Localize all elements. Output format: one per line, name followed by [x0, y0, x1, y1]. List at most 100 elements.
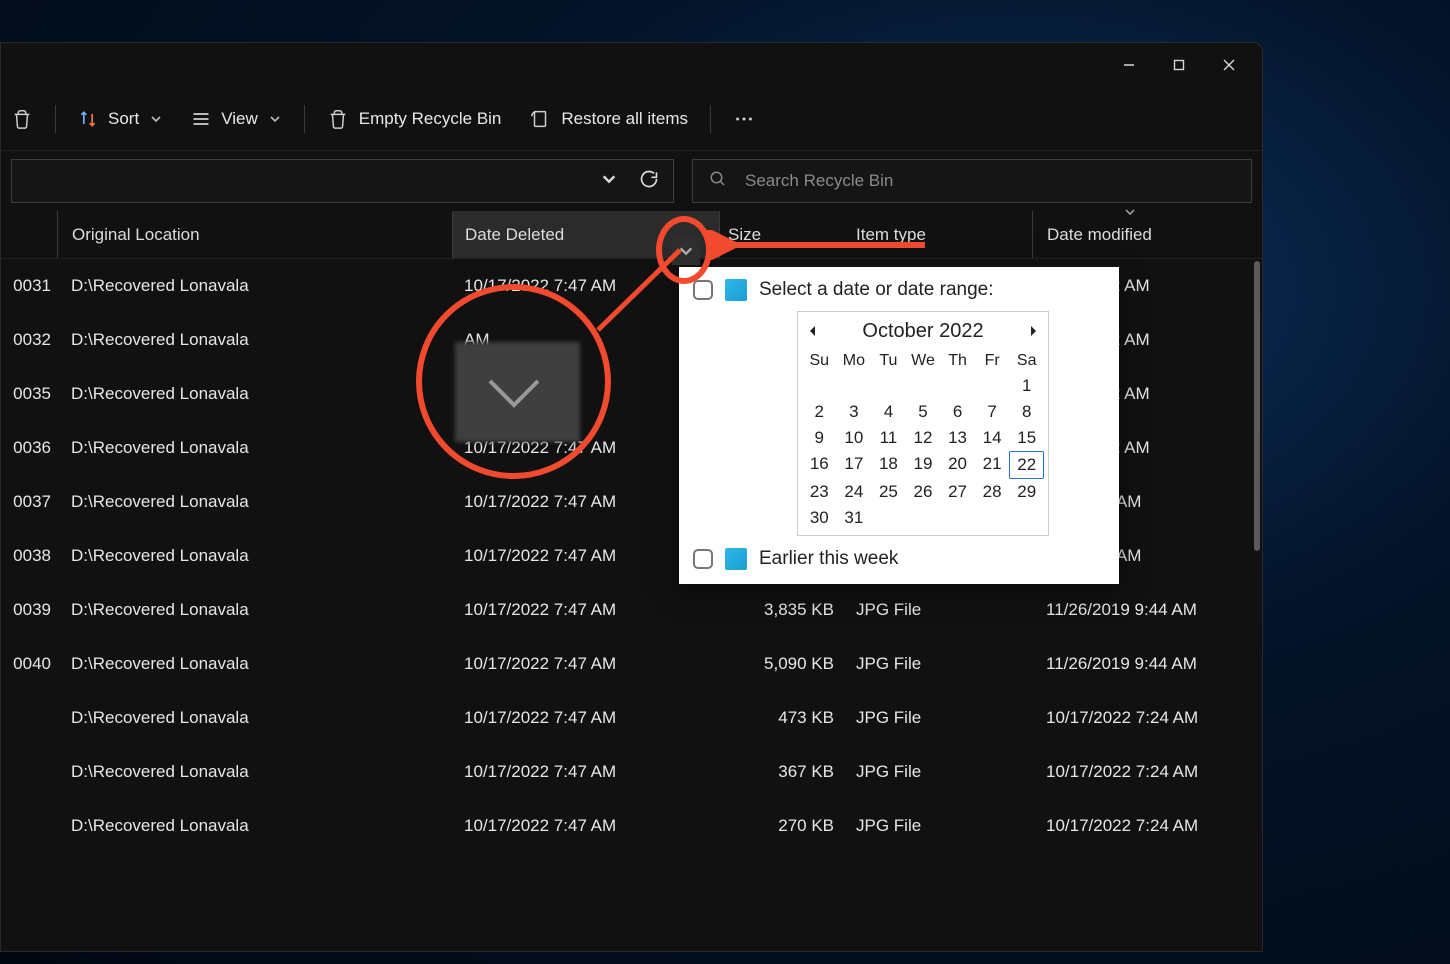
toolbar-separator	[710, 105, 711, 133]
sort-label: Sort	[108, 109, 139, 129]
calendar-day[interactable]: 25	[871, 479, 906, 505]
column-date-modified[interactable]: Date modified	[1032, 211, 1262, 258]
toolbar: Sort View Empty Recycle Bin Restore all …	[1, 87, 1262, 151]
empty-recycle-bin-button[interactable]: Empty Recycle Bin	[313, 100, 516, 138]
view-button[interactable]: View	[177, 101, 296, 137]
titlebar	[1, 43, 1262, 87]
select-date-checkbox[interactable]	[693, 280, 713, 300]
calendar-day	[975, 373, 1010, 399]
calendar-day[interactable]: 5	[906, 399, 941, 425]
cell-type: JPG File	[852, 762, 1032, 782]
calendar-day[interactable]: 12	[906, 425, 941, 451]
calendar-day[interactable]: 13	[940, 425, 975, 451]
calendar-day[interactable]: 4	[871, 399, 906, 425]
minimize-button[interactable]	[1104, 43, 1154, 87]
calendar-dow: Mo	[837, 349, 872, 373]
annotation-magnified-chevron	[478, 365, 550, 428]
cell-name: 0031	[1, 276, 57, 296]
calendar-day[interactable]: 17	[837, 451, 872, 479]
calendar-day[interactable]: 21	[975, 451, 1010, 479]
calendar-day	[802, 373, 837, 399]
cell-name: 0038	[1, 546, 57, 566]
cell-location: D:\Recovered Lonavala	[57, 546, 452, 566]
calendar-day[interactable]: 27	[940, 479, 975, 505]
calendar-day[interactable]: 18	[871, 451, 906, 479]
calendar-day[interactable]: 16	[802, 451, 837, 479]
earlier-week-label: Earlier this week	[759, 548, 898, 570]
address-bar[interactable]	[11, 159, 674, 203]
calendar-day[interactable]: 23	[802, 479, 837, 505]
calendar-dow: Sa	[1009, 349, 1044, 373]
table-row[interactable]: 0039D:\Recovered Lonavala10/17/2022 7:47…	[1, 583, 1262, 637]
search-input[interactable]: Search Recycle Bin	[692, 159, 1252, 203]
table-row[interactable]: D:\Recovered Lonavala10/17/2022 7:47 AM4…	[1, 691, 1262, 745]
calendar-day[interactable]: 19	[906, 451, 941, 479]
cell-modified: 10/17/2022 7:24 AM	[1032, 816, 1262, 836]
cell-modified: 10/17/2022 7:24 AM	[1032, 708, 1262, 728]
toolbar-separator	[304, 105, 305, 133]
chevron-down-icon[interactable]	[601, 171, 617, 192]
restore-all-button[interactable]: Restore all items	[515, 100, 702, 138]
column-item-type[interactable]: Item type	[852, 211, 1032, 258]
empty-label: Empty Recycle Bin	[359, 109, 502, 129]
column-original-location[interactable]: Original Location	[57, 211, 452, 258]
calendar-day[interactable]: 20	[940, 451, 975, 479]
calendar-day[interactable]: 14	[975, 425, 1010, 451]
calendar-day[interactable]: 2	[802, 399, 837, 425]
refresh-icon[interactable]	[639, 169, 659, 194]
maximize-button[interactable]	[1154, 43, 1204, 87]
cell-name: 0039	[1, 600, 57, 620]
calendar-day[interactable]: 11	[871, 425, 906, 451]
scrollbar[interactable]	[1254, 261, 1260, 551]
calendar-dow: Th	[940, 349, 975, 373]
cell-size: 367 KB	[720, 762, 852, 782]
earlier-week-checkbox[interactable]	[693, 549, 713, 569]
calendar-next-icon[interactable]	[1028, 320, 1038, 343]
calendar-day[interactable]: 24	[837, 479, 872, 505]
calendar-month-label: October 2022	[862, 320, 983, 343]
calendar-icon	[725, 548, 747, 570]
column-size[interactable]: Size	[720, 211, 852, 258]
search-placeholder: Search Recycle Bin	[745, 171, 893, 191]
calendar-day[interactable]: 7	[975, 399, 1010, 425]
calendar-day[interactable]: 1	[1009, 373, 1044, 399]
cell-name: 0035	[1, 384, 57, 404]
date-filter-dropdown[interactable]: Select a date or date range: October 202…	[679, 267, 1119, 584]
sort-button[interactable]: Sort	[64, 101, 177, 137]
calendar-day[interactable]: 9	[802, 425, 837, 451]
calendar-day[interactable]: 15	[1009, 425, 1044, 451]
calendar[interactable]: October 2022 SuMoTuWeThFrSa1234567891011…	[797, 311, 1049, 536]
calendar-day[interactable]: 29	[1009, 479, 1044, 505]
cell-date-deleted: 10/17/2022 7:47 AM	[452, 600, 720, 620]
calendar-day[interactable]: 8	[1009, 399, 1044, 425]
calendar-day[interactable]: 22	[1009, 451, 1044, 479]
table-row[interactable]: D:\Recovered Lonavala10/17/2022 7:47 AM3…	[1, 745, 1262, 799]
calendar-day[interactable]: 6	[940, 399, 975, 425]
calendar-day[interactable]: 30	[802, 505, 837, 531]
calendar-day[interactable]: 31	[837, 505, 872, 531]
view-label: View	[221, 109, 258, 129]
calendar-day[interactable]: 26	[906, 479, 941, 505]
cell-location: D:\Recovered Lonavala	[57, 384, 452, 404]
cell-location: D:\Recovered Lonavala	[57, 600, 452, 620]
calendar-prev-icon[interactable]	[808, 320, 818, 343]
calendar-day[interactable]: 3	[837, 399, 872, 425]
calendar-dow: Su	[802, 349, 837, 373]
calendar-day	[837, 373, 872, 399]
cell-location: D:\Recovered Lonavala	[57, 816, 452, 836]
cell-modified: 10/17/2022 7:24 AM	[1032, 762, 1262, 782]
table-row[interactable]: 0040D:\Recovered Lonavala10/17/2022 7:47…	[1, 637, 1262, 691]
trash-icon[interactable]	[11, 100, 47, 138]
chevron-down-icon	[1124, 203, 1136, 223]
calendar-day[interactable]: 10	[837, 425, 872, 451]
close-button[interactable]	[1204, 43, 1254, 87]
cell-location: D:\Recovered Lonavala	[57, 330, 452, 350]
table-row[interactable]: D:\Recovered Lonavala10/17/2022 7:47 AM2…	[1, 799, 1262, 853]
column-filter-chevron[interactable]	[672, 237, 700, 265]
more-button[interactable]	[719, 100, 769, 138]
chevron-down-icon	[268, 112, 282, 126]
cell-location: D:\Recovered Lonavala	[57, 654, 452, 674]
search-icon	[709, 170, 727, 193]
cell-name: 0032	[1, 330, 57, 350]
calendar-day[interactable]: 28	[975, 479, 1010, 505]
